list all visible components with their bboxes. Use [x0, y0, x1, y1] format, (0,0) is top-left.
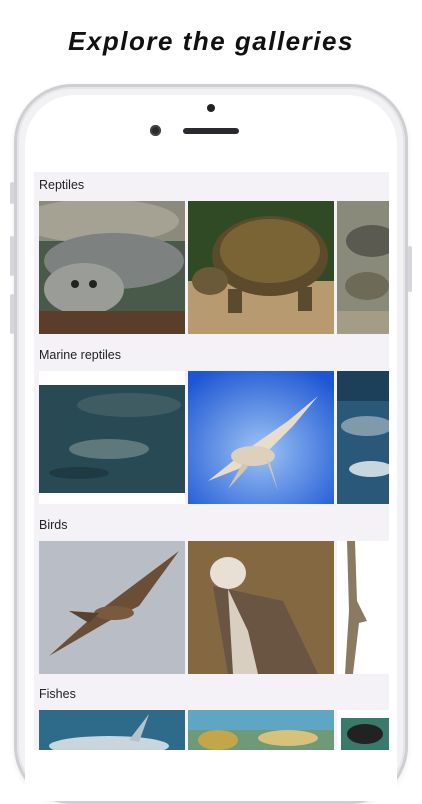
volume-down-button	[10, 294, 14, 334]
mute-switch	[10, 182, 14, 204]
headline: Explore the galleries	[68, 26, 354, 56]
tortoise-image	[188, 201, 334, 334]
gallery-row-marine-reptiles[interactable]	[34, 371, 389, 504]
gallery-row-fishes[interactable]	[34, 710, 389, 750]
gallery-tile-kite[interactable]	[39, 541, 185, 674]
gallery-tile-bird-partial[interactable]	[337, 541, 389, 674]
section-title-reptiles: Reptiles	[39, 178, 85, 192]
ichthyosaur-image	[39, 371, 185, 504]
earpiece-speaker	[183, 128, 239, 134]
volume-up-button	[10, 236, 14, 276]
gallery-tile-hawk[interactable]	[188, 541, 334, 674]
fish-partial-image	[337, 710, 389, 750]
gallery-tile-coral-reef[interactable]	[188, 710, 334, 750]
section-title-birds: Birds	[39, 518, 68, 532]
softshell-turtle-image	[39, 201, 185, 334]
gallery-tile-fish-partial[interactable]	[337, 710, 389, 750]
plesiosaur-image	[188, 371, 334, 504]
coral-reef-image	[188, 710, 334, 750]
section-title-marine-reptiles: Marine reptiles	[39, 348, 121, 362]
bird-partial-image	[337, 541, 389, 674]
section-title-fishes: Fishes	[39, 687, 76, 701]
shark-image	[39, 710, 185, 750]
gallery-tile-plesiosaur[interactable]	[188, 371, 334, 504]
gallery-screen[interactable]: Reptiles Marine reptiles Birds Fishes	[34, 172, 389, 750]
marine-partial-image	[337, 371, 389, 504]
gallery-row-birds[interactable]	[34, 541, 389, 674]
gallery-tile-reptile-partial[interactable]	[337, 201, 389, 334]
proximity-sensor	[207, 104, 215, 112]
gallery-row-reptiles[interactable]	[34, 201, 389, 334]
gallery-tile-softshell-turtle[interactable]	[39, 201, 185, 334]
gallery-tile-ichthyosaur[interactable]	[39, 371, 185, 504]
gallery-tile-tortoise[interactable]	[188, 201, 334, 334]
reptile-partial-image	[337, 201, 389, 334]
front-camera-icon	[150, 125, 161, 136]
hawk-image	[188, 541, 334, 674]
gallery-tile-marine-partial[interactable]	[337, 371, 389, 504]
gallery-tile-shark[interactable]	[39, 710, 185, 750]
power-button	[408, 246, 412, 292]
kite-image	[39, 541, 185, 674]
